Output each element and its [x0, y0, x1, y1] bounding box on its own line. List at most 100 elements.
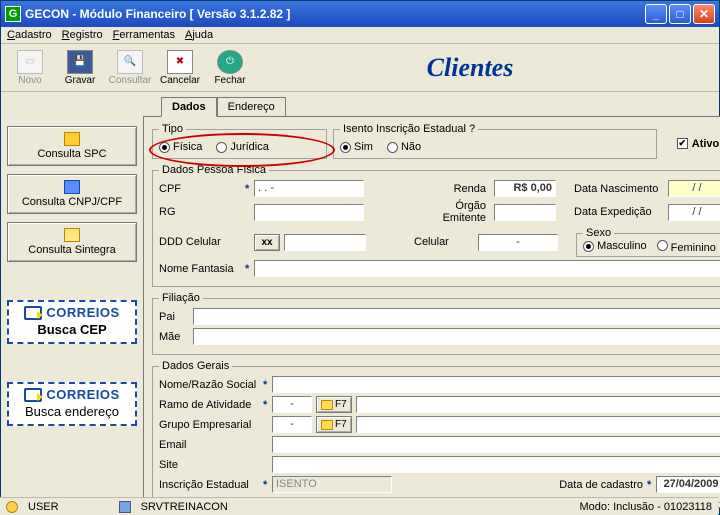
maximize-button[interactable]: □	[669, 4, 691, 24]
consultar-button: 🔍 Consultar	[105, 50, 155, 86]
renda-input[interactable]: R$ 0,00	[494, 180, 556, 197]
data-exp-input[interactable]: / /	[668, 204, 720, 221]
data-exp-label: Data Expedição	[574, 206, 664, 218]
inscricao-label: Inscrição Estadual	[159, 479, 259, 491]
site-input[interactable]	[272, 456, 720, 473]
pai-input[interactable]	[193, 308, 720, 325]
nome-razao-label: Nome/Razão Social	[159, 379, 259, 391]
spc-icon	[64, 132, 80, 146]
ativo-checkbox[interactable]	[677, 138, 688, 149]
radio-icon	[657, 240, 668, 251]
exit-icon: ⏻	[217, 50, 243, 74]
email-input[interactable]	[272, 436, 720, 453]
radio-icon	[387, 142, 398, 153]
close-button[interactable]: ✕	[693, 4, 715, 24]
statusbar: USER SRVTREINACON Modo: Inclusão - 01023…	[0, 497, 718, 515]
search-icon: 🔍	[117, 50, 143, 74]
correios-endereco-button[interactable]: CORREIOS Busca endereço	[7, 382, 137, 426]
isento-fieldset: Isento Inscrição Estadual ? Sim Não	[333, 123, 657, 159]
orgao-label: Órgão Emitente	[412, 200, 490, 224]
menu-registro[interactable]: Registro	[62, 29, 103, 41]
tipo-legend: Tipo	[159, 123, 186, 135]
status-user: USER	[28, 501, 59, 513]
ramo-label: Ramo de Atividade	[159, 399, 259, 411]
ramo-desc-input[interactable]	[356, 396, 720, 413]
gravar-button[interactable]: 💾 Gravar	[55, 50, 105, 86]
correios-brand2: CORREIOS	[46, 387, 119, 402]
nome-fantasia-label: Nome Fantasia	[159, 263, 241, 275]
menu-cadastro[interactable]: Cadastro	[7, 29, 52, 41]
tipo-fieldset: Tipo Física Jurídica	[152, 123, 327, 159]
gerais-legend: Dados Gerais	[159, 360, 232, 372]
renda-label: Renda	[412, 183, 490, 195]
data-cadastro-label: Data de cadastro	[559, 479, 643, 491]
correios-cep-button[interactable]: CORREIOS Busca CEP	[7, 300, 137, 344]
mae-input[interactable]	[193, 328, 720, 345]
correios-logo-icon	[24, 306, 42, 320]
grupo-desc-input[interactable]	[356, 416, 720, 433]
cpf-label: CPF	[159, 183, 241, 195]
menu-ajuda[interactable]: Ajuda	[185, 29, 213, 41]
pessoa-fisica-fieldset: Dados Pessoa Física CPF * . . - Renda R$…	[152, 164, 720, 287]
pai-label: Pai	[159, 311, 189, 323]
sexo-legend: Sexo	[583, 227, 614, 239]
data-nasc-input[interactable]: / /	[668, 180, 720, 197]
orgao-input[interactable]	[494, 204, 556, 221]
pf-legend: Dados Pessoa Física	[159, 164, 269, 176]
menu-ferramentas[interactable]: Ferramentas	[113, 29, 175, 41]
ddd-button[interactable]: xx	[254, 234, 280, 251]
dados-gerais-fieldset: Dados Gerais Nome/Razão Social * Ramo de…	[152, 360, 720, 503]
consulta-cnpj-button[interactable]: Consulta CNPJ/CPF	[7, 174, 137, 214]
radio-feminino[interactable]: Feminino	[657, 240, 716, 254]
new-icon: ▭	[17, 50, 43, 74]
app-icon: G	[5, 6, 21, 22]
status-server: SRVTREINACON	[141, 501, 228, 513]
cnpj-label: Consulta CNPJ/CPF	[22, 196, 122, 208]
cancelar-button[interactable]: ✖ Cancelar	[155, 50, 205, 86]
nome-razao-input[interactable]	[272, 376, 720, 393]
cancelar-label: Cancelar	[155, 75, 205, 86]
window-title: GECON - Módulo Financeiro [ Versão 3.1.2…	[25, 7, 645, 21]
user-icon	[6, 501, 18, 513]
ramo-code-input[interactable]: -	[272, 396, 312, 413]
rg-input[interactable]	[254, 204, 364, 221]
consulta-sintegra-button[interactable]: Consulta Sintegra	[7, 222, 137, 262]
radio-fisica[interactable]: Física	[159, 141, 202, 153]
radio-sim[interactable]: Sim	[340, 141, 373, 153]
correios-brand: CORREIOS	[46, 305, 119, 320]
ddd-input[interactable]	[284, 234, 366, 251]
tab-endereco[interactable]: Endereço	[217, 97, 286, 117]
sidebar: Consulta SPC Consulta CNPJ/CPF Consulta …	[7, 96, 137, 506]
busca-cep-label: Busca CEP	[13, 322, 131, 337]
rg-label: RG	[159, 206, 241, 218]
fechar-label: Fechar	[205, 75, 255, 86]
grupo-code-input[interactable]: -	[272, 416, 312, 433]
ramo-f7-button[interactable]: F7	[316, 396, 352, 413]
gravar-label: Gravar	[55, 75, 105, 86]
server-icon	[119, 501, 131, 513]
folder-icon	[321, 400, 333, 410]
radio-icon	[583, 241, 594, 252]
celular-input[interactable]: -	[478, 234, 558, 251]
nome-fantasia-input[interactable]	[254, 260, 720, 277]
consulta-spc-button[interactable]: Consulta SPC	[7, 126, 137, 166]
grupo-f7-button[interactable]: F7	[316, 416, 352, 433]
ddd-label: DDD Celular	[159, 236, 241, 248]
radio-icon	[216, 142, 227, 153]
radio-masculino[interactable]: Masculino	[583, 240, 647, 254]
filiacao-fieldset: Filiação Pai Mãe	[152, 292, 720, 355]
tab-dados[interactable]: Dados	[161, 97, 217, 117]
folder-icon	[321, 420, 333, 430]
radio-juridica[interactable]: Jurídica	[216, 141, 269, 153]
fechar-button[interactable]: ⏻ Fechar	[205, 50, 255, 86]
data-nasc-label: Data Nascimento	[574, 183, 664, 195]
data-cadastro-input[interactable]: 27/04/2009	[656, 476, 720, 493]
busca-endereco-label: Busca endereço	[13, 404, 131, 419]
page-title: Clientes	[255, 53, 715, 83]
cpf-input[interactable]: . . -	[254, 180, 364, 197]
radio-nao[interactable]: Não	[387, 141, 421, 153]
save-icon: 💾	[67, 50, 93, 74]
minimize-button[interactable]: _	[645, 4, 667, 24]
menubar: Cadastro Registro Ferramentas Ajuda	[1, 27, 719, 44]
cancel-icon: ✖	[167, 50, 193, 74]
